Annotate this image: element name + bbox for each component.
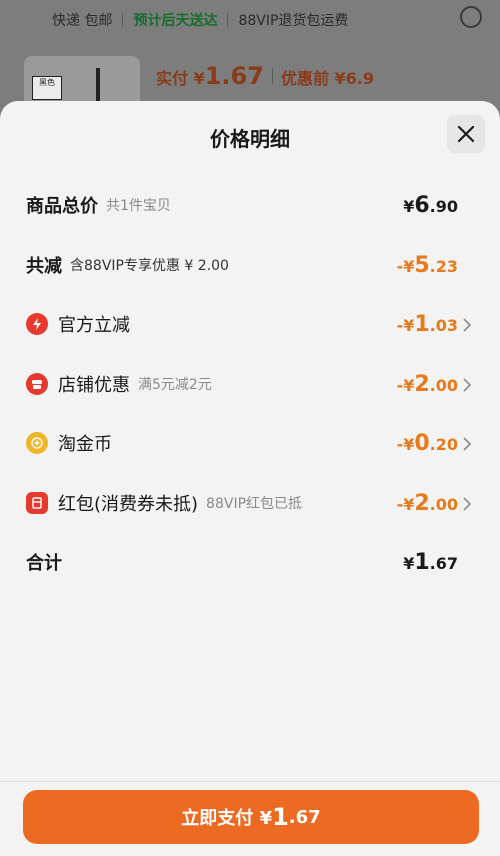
row-label: 店铺优惠 — [58, 375, 130, 396]
currency: -¥ — [396, 434, 415, 454]
row-amount: -¥ 2.00 — [397, 491, 458, 516]
close-button[interactable] — [447, 115, 485, 153]
row-label: 官方立减 — [58, 315, 130, 336]
chevron-right-icon — [462, 496, 472, 511]
pay-now-button[interactable]: 立即支付 ¥1.67 — [23, 790, 479, 844]
red-packet-icon — [26, 492, 48, 514]
row-amount: -¥ 0.20 — [397, 431, 458, 456]
row-note: 88VIP红包已抵 — [206, 496, 303, 512]
amount-dec: .23 — [429, 256, 458, 276]
amount-int: 1 — [414, 549, 430, 575]
row-total-price: 商品总价 共1件宝贝 ¥6.90 — [26, 190, 472, 220]
row-note: 满5元减2元 — [138, 377, 212, 393]
row-amount: -¥ 5.23 — [397, 253, 458, 278]
amount-dec: .90 — [429, 196, 458, 216]
row-note: 共1件宝贝 — [106, 198, 171, 214]
pay-label: 立即支付 ¥ — [181, 808, 273, 829]
divider — [271, 68, 273, 84]
row-amount: -¥ 1.03 — [397, 312, 458, 337]
delivery-note: 预计后天送达 — [133, 13, 218, 29]
currency: ¥ — [403, 196, 415, 216]
row-label: 商品总价 — [26, 196, 98, 217]
shipping-note: 快递 包邮 — [52, 13, 113, 29]
lightning-icon — [26, 313, 48, 335]
amount-int: 1 — [414, 311, 430, 337]
row-label: 红包(消费券未抵) — [58, 494, 199, 515]
currency: -¥ — [396, 375, 415, 395]
shipping-info: 快递 包邮 预计后天送达 88VIP退货包运费 — [0, 0, 500, 40]
row-official-discount[interactable]: 官方立减 -¥ 1.03 — [26, 309, 472, 339]
amount-dec: .00 — [429, 494, 458, 514]
pay-dec: .67 — [288, 806, 321, 828]
divider — [227, 13, 229, 27]
row-label: 合计 — [26, 553, 62, 574]
amount-dec: .67 — [429, 553, 458, 573]
divider — [122, 13, 124, 27]
row-label: 淘金币 — [58, 434, 112, 455]
thumb-tag: 黑色 — [32, 76, 62, 100]
row-shop-discount[interactable]: 店铺优惠 满5元减2元 -¥ 2.00 — [26, 369, 472, 399]
amount-int: 2 — [414, 371, 430, 397]
row-red-packet[interactable]: 红包(消费券未抵) 88VIP红包已抵 -¥ 2.00 — [26, 488, 472, 518]
row-amount: ¥1.67 — [403, 550, 458, 575]
amount-int: 0 — [414, 430, 430, 456]
footer-divider — [0, 781, 500, 782]
shop-icon — [26, 373, 48, 395]
amount-dec: .03 — [429, 315, 458, 335]
row-total-reduction: 共减 含88VIP专享优惠 ¥ 2.00 -¥ 5.23 — [26, 250, 472, 280]
row-sum: 合计 ¥1.67 — [26, 547, 472, 577]
row-label: 共减 — [26, 256, 62, 277]
row-coin-discount[interactable]: 淘金币 -¥ 0.20 — [26, 428, 472, 458]
price-detail-sheet: 价格明细 商品总价 共1件宝贝 ¥6.90 共减 含88VIP专享优惠 ¥ 2.… — [0, 101, 500, 856]
close-icon — [457, 125, 475, 143]
chevron-right-icon — [462, 377, 472, 392]
background-price: 实付 ¥ 1.67 优惠前 ¥6.9 — [156, 62, 374, 90]
row-amount: -¥ 2.00 — [397, 372, 458, 397]
amount-int: 5 — [414, 252, 430, 278]
currency: -¥ — [396, 315, 415, 335]
background-close-icon — [460, 6, 482, 28]
row-note: 含88VIP专享优惠 ¥ 2.00 — [70, 258, 229, 274]
currency: ¥ — [403, 553, 415, 573]
chevron-right-icon — [462, 436, 472, 451]
return-note: 88VIP退货包运费 — [238, 13, 349, 29]
amount-dec: .00 — [429, 375, 458, 395]
pay-int: 1 — [272, 803, 289, 831]
paid-amount: 1.67 — [204, 62, 264, 90]
amount-dec: .20 — [429, 434, 458, 454]
amount-int: 6 — [414, 192, 430, 218]
currency: -¥ — [396, 256, 415, 276]
amount-int: 2 — [414, 490, 430, 516]
row-amount: ¥6.90 — [403, 193, 458, 218]
chevron-right-icon — [462, 317, 472, 332]
before-discount: 优惠前 ¥6.9 — [280, 69, 374, 88]
currency: -¥ — [396, 494, 415, 514]
sheet-title: 价格明细 — [210, 127, 290, 151]
paid-label: 实付 ¥ — [156, 69, 205, 88]
coin-icon — [26, 432, 48, 454]
